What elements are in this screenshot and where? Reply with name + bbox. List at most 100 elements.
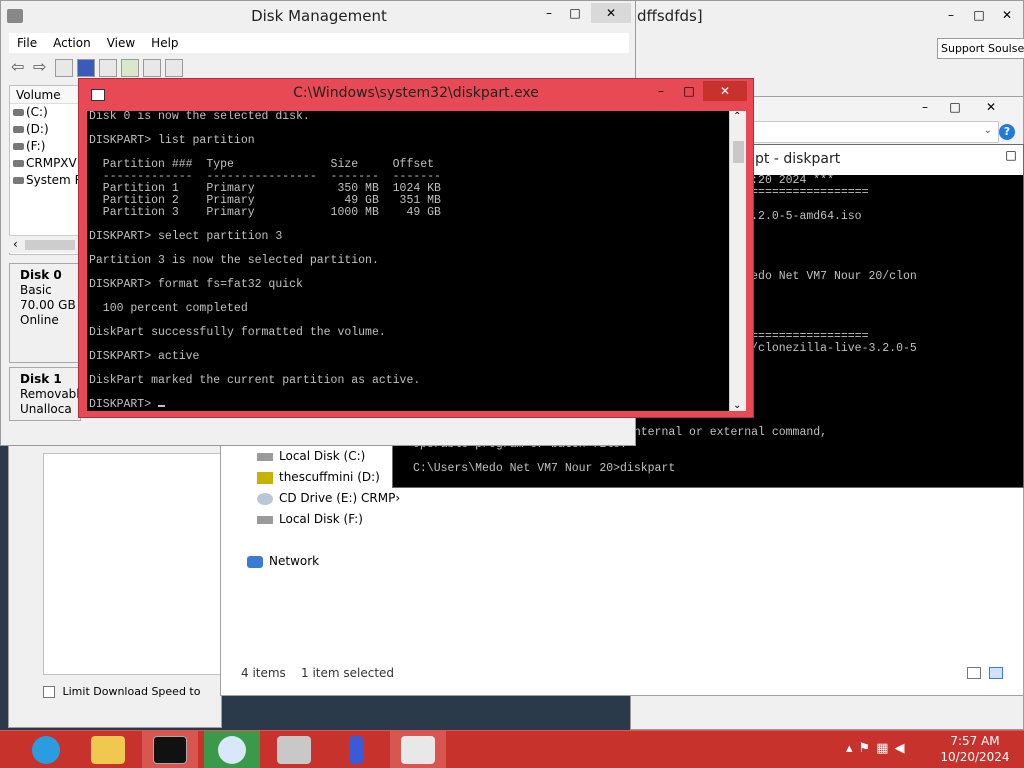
list-view-icon[interactable] <box>99 59 117 77</box>
scroll-down-icon[interactable]: ⌄ <box>733 400 741 411</box>
window-title: dffsdfds] <box>637 7 703 25</box>
volume-row[interactable]: CRMPXV <box>10 155 80 172</box>
drive-item-c[interactable]: Local Disk (C:) <box>257 446 365 466</box>
drive-icon <box>13 143 24 150</box>
clock[interactable]: 7:57 AM 10/20/2024 <box>934 733 1016 765</box>
file-explorer-icon <box>91 736 125 764</box>
checkmark-icon[interactable] <box>165 59 183 77</box>
scroll-thumb[interactable] <box>25 240 75 250</box>
console-line: Partition 3 is now the selected partitio… <box>89 254 379 267</box>
volume-row[interactable]: System R <box>10 172 83 189</box>
console-line: Disk 0 is now the selected disk. <box>89 111 310 123</box>
cmd-button[interactable] <box>142 731 198 768</box>
forward-arrow-icon[interactable]: ⇨ <box>33 59 51 77</box>
tiles-view-icon[interactable] <box>989 667 1003 679</box>
properties-icon[interactable] <box>143 59 161 77</box>
cd-drive-icon <box>257 492 273 505</box>
console-line: DISKPART> list partition <box>89 134 255 147</box>
diskpart-titlebar[interactable]: C:\Windows\system32\diskpart.exe – □ ✕ <box>79 79 753 111</box>
drive-item-e[interactable]: CD Drive (E:) CRMP› <box>257 488 400 508</box>
drive-icon <box>13 177 24 184</box>
flag-icon[interactable]: ⚑ <box>859 741 877 756</box>
volume-row[interactable]: (D:) <box>10 121 80 138</box>
menu-bar: File Action View Help <box>9 33 629 53</box>
pen-icon <box>349 736 363 764</box>
drive-tool-icon <box>277 736 311 764</box>
drive-icon <box>13 160 24 167</box>
search-box[interactable]: ⌄ <box>751 121 999 143</box>
close-button[interactable]: ✕ <box>977 97 1005 117</box>
maximize-button[interactable]: □ <box>675 81 703 101</box>
volume-row[interactable]: (C:) <box>10 104 80 121</box>
chevron-down-icon[interactable]: ⌄ <box>984 125 992 136</box>
close-button[interactable]: ✕ <box>703 81 747 101</box>
scroll-thumb[interactable] <box>733 141 744 163</box>
close-button[interactable]: ✕ <box>993 5 1021 25</box>
console-line: Partition 3 Primary 1000 MB 49 GB <box>89 206 441 219</box>
refresh-icon[interactable] <box>121 59 139 77</box>
download-list[interactable] <box>43 453 223 675</box>
disk-management-button[interactable] <box>390 731 446 768</box>
volume-row[interactable]: (F:) <box>10 138 80 155</box>
disk-name: Disk 1 <box>20 372 62 386</box>
selection-status: 1 item selected <box>301 666 395 680</box>
console-tree-icon[interactable] <box>55 59 73 77</box>
volume-icon[interactable]: ◀ <box>894 741 910 756</box>
close-button[interactable]: ✕ <box>591 3 631 23</box>
disk-management-icon <box>401 736 435 764</box>
console-area[interactable]: Disk 0 is now the selected disk. DISKPART… <box>87 111 729 411</box>
system-tray[interactable]: ▴⚑▦◀ <box>846 741 910 756</box>
scroll-up-icon[interactable]: ⌃ <box>733 111 741 122</box>
console-line: DISKPART> <box>89 399 729 411</box>
volume-column-header[interactable]: Volume <box>10 86 80 104</box>
minimize-button[interactable]: – <box>937 5 965 25</box>
horizontal-scrollbar[interactable]: ‹ <box>9 235 81 253</box>
minimize-button[interactable]: – <box>911 97 939 117</box>
console-line: DiskPart successfully formatted the volu… <box>89 326 386 339</box>
drive-tool-button[interactable] <box>266 731 322 768</box>
details-view-icon[interactable] <box>967 667 981 679</box>
disk-type: Removable <box>20 387 88 401</box>
console-line: DISKPART> format fs=fat32 quick <box>89 278 303 291</box>
minimize-button[interactable]: – <box>647 81 675 101</box>
hard-drive-icon <box>257 515 273 524</box>
menu-view[interactable]: View <box>99 33 143 53</box>
pen-button[interactable] <box>328 731 384 768</box>
soulseek-button[interactable] <box>204 731 260 768</box>
console-line: DISKPART> select partition 3 <box>89 230 283 243</box>
maximize-button[interactable]: □ <box>941 97 969 117</box>
disk-1-card[interactable]: Disk 1 Removable Unalloca <box>9 367 88 421</box>
disk-status: Unalloca <box>20 402 72 416</box>
hard-drive-icon <box>257 452 273 461</box>
scroll-left-icon[interactable]: ‹ <box>13 237 18 251</box>
taskbar: ▴⚑▦◀ 7:57 AM 10/20/2024 <box>0 730 1024 768</box>
limit-checkbox[interactable] <box>43 686 55 698</box>
minimize-button[interactable]: – <box>535 3 563 23</box>
drive-icon <box>13 126 24 133</box>
menu-action[interactable]: Action <box>45 33 99 53</box>
vertical-scrollbar[interactable]: ⌃ ⌄ <box>729 111 746 411</box>
back-arrow-icon[interactable]: ⇦ <box>11 59 29 77</box>
download-options: Limit Download Speed to <box>43 685 200 698</box>
file-explorer-button[interactable] <box>80 731 136 768</box>
network-item[interactable]: Network <box>247 551 319 571</box>
items-count: 4 items <box>241 666 286 680</box>
help-icon[interactable]: ? <box>999 124 1015 140</box>
drive-item-d[interactable]: thescuffmini (D:) <box>257 467 380 487</box>
menu-file[interactable]: File <box>9 33 45 53</box>
support-soulseek-button[interactable]: Support Soulseek <box>937 38 1024 59</box>
chevron-up-icon[interactable]: ▴ <box>846 741 859 756</box>
time: 7:57 AM <box>950 734 1000 748</box>
ie-button[interactable] <box>18 731 74 768</box>
drive-item-f[interactable]: Local Disk (F:) <box>257 509 363 529</box>
maximize-button[interactable]: □ <box>965 5 993 25</box>
help-book-icon[interactable] <box>77 59 95 77</box>
cmd-icon <box>153 736 187 764</box>
maximize-button[interactable]: □ <box>561 3 589 23</box>
maximize-button[interactable]: □ <box>997 145 1024 165</box>
downloads-panel: Limit Download Speed to <box>8 420 223 728</box>
disk-0-card[interactable]: Disk 0 Basic 70.00 GB Online <box>9 263 81 363</box>
network-icon[interactable]: ▦ <box>876 741 894 756</box>
menu-help[interactable]: Help <box>143 33 186 53</box>
